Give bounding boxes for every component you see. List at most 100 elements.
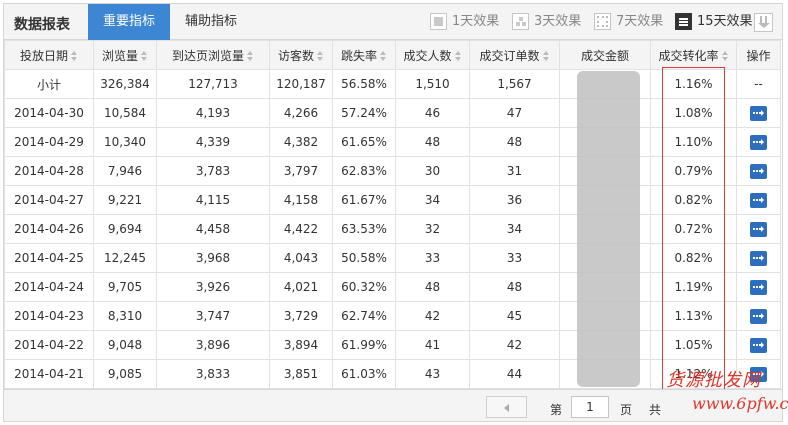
column-header[interactable]: 成交人数 [395, 40, 470, 70]
table-cell: 9,085 [93, 359, 157, 389]
chevron-left-icon [504, 404, 509, 412]
prev-page-button[interactable] [486, 396, 527, 418]
list-icon [675, 13, 692, 30]
table-cell: 1,567 [469, 69, 560, 99]
table-cell: 9,694 [93, 214, 157, 244]
table-cell [736, 243, 781, 273]
column-header[interactable]: 访客数 [269, 40, 333, 70]
sort-icon[interactable] [71, 50, 78, 61]
table-cell: 2014-04-28 [4, 156, 94, 186]
table-cell [736, 301, 781, 331]
page-number-input[interactable] [571, 396, 609, 418]
sort-icon[interactable] [454, 50, 462, 61]
table-cell: 31 [469, 156, 560, 186]
table-cell: 3,968 [156, 243, 270, 273]
table-cell [736, 272, 781, 302]
column-header-label: 成交订单数 [479, 48, 540, 63]
table-cell: 2014-04-27 [4, 185, 94, 215]
table-cell: 63.53% [332, 214, 396, 244]
dots-icon [594, 13, 611, 30]
table-cell: 4,382 [269, 127, 333, 157]
table-cell: 48 [395, 127, 470, 157]
tab-key-metrics[interactable]: 重要指标 [88, 4, 170, 40]
more-actions-icon[interactable] [750, 279, 767, 295]
column-header[interactable]: 成交转化率 [650, 40, 737, 70]
table-cell: 4,158 [269, 185, 333, 215]
table-cell: 7,946 [93, 156, 157, 186]
table-cell: 3,894 [269, 330, 333, 360]
more-actions-icon[interactable] [750, 221, 767, 237]
table-cell: 2014-04-23 [4, 301, 94, 331]
table-cell: 3,896 [156, 330, 270, 360]
table-cell: 61.67% [332, 185, 396, 215]
table-cell: 8,310 [93, 301, 157, 331]
table-cell: 48 [395, 272, 470, 302]
table-cell: 56.58% [332, 69, 396, 99]
table-cell: 62.74% [332, 301, 396, 331]
table-cell: 4,193 [156, 98, 270, 128]
sort-icon[interactable] [247, 50, 254, 61]
report-title: 数据报表 [14, 17, 70, 33]
sort-icon[interactable] [380, 50, 387, 61]
more-actions-icon[interactable] [750, 308, 767, 324]
table-cell: 4,339 [156, 127, 270, 157]
table-cell: 3,851 [269, 359, 333, 389]
column-header[interactable]: 跳失率 [332, 40, 396, 70]
table-cell: 46 [395, 98, 470, 128]
table-cell: 60.32% [332, 272, 396, 302]
table-cell: 34 [395, 185, 470, 215]
table-cell: 61.65% [332, 127, 396, 157]
column-header-label: 访客数 [277, 48, 314, 63]
watermark-line2: www.6pfw.cn [692, 394, 788, 413]
sort-icon[interactable] [317, 50, 324, 61]
table-cell: 2014-04-29 [4, 127, 94, 157]
range-15day-label: 15天效果 [697, 14, 753, 29]
watermark-line1: 货源批发网 [666, 370, 761, 391]
total-prefix: 共 [649, 403, 662, 417]
more-actions-icon[interactable] [750, 192, 767, 208]
table-cell: 10,340 [93, 127, 157, 157]
more-actions-icon[interactable] [750, 163, 767, 179]
column-header-label: 到达页浏览量 [171, 48, 244, 63]
table-cell: 3,729 [269, 301, 333, 331]
table-cell: 36 [469, 185, 560, 215]
page-prefix: 第 [550, 403, 563, 417]
column-header[interactable]: 投放日期 [4, 40, 94, 70]
column-header-label: 成交人数 [403, 48, 452, 63]
table-cell: 12,245 [93, 243, 157, 273]
table-cell: 127,713 [156, 69, 270, 99]
column-header-label: 成交转化率 [658, 48, 719, 63]
table-cell: 61.03% [332, 359, 396, 389]
tab-auxiliary-metrics[interactable]: 辅助指标 [170, 4, 252, 40]
table-cell: 42 [469, 330, 560, 360]
table-cell: 33 [395, 243, 470, 273]
table-cell: 61.99% [332, 330, 396, 360]
table-cell: 3,747 [156, 301, 270, 331]
column-header[interactable]: 到达页浏览量 [156, 40, 270, 70]
sort-icon[interactable] [141, 50, 148, 61]
more-actions-icon[interactable] [750, 134, 767, 150]
column-header-label: 浏览量 [101, 48, 138, 63]
table-cell: 50.58% [332, 243, 396, 273]
table-cell: 3,797 [269, 156, 333, 186]
range-1day-label: 1天效果 [452, 14, 500, 29]
more-actions-icon[interactable] [750, 337, 767, 353]
download-icon[interactable] [754, 13, 773, 32]
table-cell: 2014-04-24 [4, 272, 94, 302]
table-cell: 48 [469, 272, 560, 302]
table-cell: 4,115 [156, 185, 270, 215]
table-cell: 2014-04-26 [4, 214, 94, 244]
triangle-dots-icon [512, 13, 529, 30]
table-cell [736, 98, 781, 128]
sort-icon[interactable] [721, 50, 729, 61]
more-actions-icon[interactable] [750, 250, 767, 266]
column-header[interactable]: 成交订单数 [469, 40, 560, 70]
column-header-label: 操作 [746, 48, 771, 63]
more-actions-icon[interactable] [750, 105, 767, 121]
range-3day-label: 3天效果 [534, 14, 582, 29]
column-header[interactable]: 浏览量 [93, 40, 157, 70]
table-cell: 62.83% [332, 156, 396, 186]
table-cell: 小计 [4, 69, 94, 99]
table-cell [736, 330, 781, 360]
sort-icon[interactable] [542, 50, 550, 61]
